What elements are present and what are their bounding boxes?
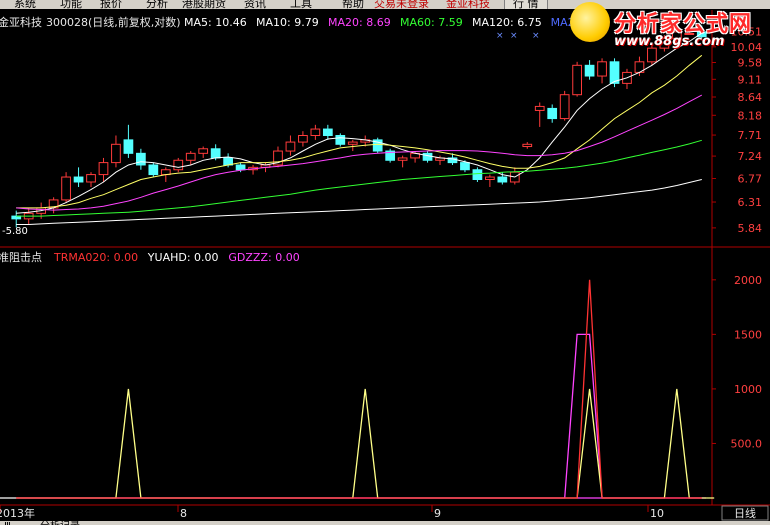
watermark-logo: 分析家公式网 www.88gs.com <box>570 2 770 52</box>
marker-x3: × <box>532 31 540 41</box>
indicator-legend-0: TRMA020: 0.00 <box>53 251 138 264</box>
candle-body-16[interactable] <box>210 148 221 159</box>
ind-label-1: 1500 <box>734 328 762 341</box>
candle-body-4[interactable] <box>61 176 71 201</box>
tab-1: 分析记录 <box>40 519 80 525</box>
price-label-8: 6.77 <box>738 173 763 186</box>
candle-body-13[interactable] <box>173 159 184 171</box>
candle-body-11[interactable] <box>148 164 159 176</box>
ma-line-ma120 <box>16 179 702 225</box>
candle-body-10[interactable] <box>136 152 146 166</box>
price-label-5: 8.18 <box>738 109 763 122</box>
ind-label-2: 1000 <box>734 383 762 396</box>
ma-legend-0: MA5: 10.46 <box>184 16 247 29</box>
yuahd-line <box>16 388 715 499</box>
candle-body-8[interactable] <box>111 143 121 164</box>
candle-body-15[interactable] <box>198 148 209 154</box>
price-label-4: 8.64 <box>738 91 763 104</box>
sun-icon <box>570 2 610 42</box>
candle-body-6[interactable] <box>86 174 96 183</box>
candle-body-44[interactable] <box>559 94 570 120</box>
tabs-strip <box>0 521 770 525</box>
time-label-0: 2013年 <box>0 506 35 520</box>
candle-body-36[interactable] <box>460 162 470 171</box>
candle-body-18[interactable] <box>235 164 246 171</box>
ma-legend-2: MA20: 8.69 <box>328 16 391 29</box>
price-label-9: 6.31 <box>738 196 763 209</box>
candle-body-43[interactable] <box>547 107 558 120</box>
candle-body-26[interactable] <box>335 135 346 145</box>
candle-body-14[interactable] <box>185 152 196 161</box>
time-label-2: 9 <box>434 507 441 520</box>
candle-body-33[interactable] <box>422 152 433 161</box>
candle-body-39[interactable] <box>497 176 508 183</box>
watermark-url: www.88gs.com <box>614 34 725 49</box>
ind-label-3: 500.0 <box>731 437 763 450</box>
price-label-2: 9.58 <box>738 57 763 70</box>
tab-0: Ⅲ <box>4 521 11 525</box>
ma-legend-1: MA10: 9.79 <box>256 16 319 29</box>
time-label-1: 8 <box>180 507 187 520</box>
time-label-3: 10 <box>650 507 664 520</box>
candle-body-24[interactable] <box>310 128 321 137</box>
ma-legend-4: MA120: 6.75 <box>472 16 542 29</box>
price-label-3: 9.11 <box>738 73 763 86</box>
candle-body-31[interactable] <box>397 157 408 161</box>
indicator-legend-2: GDZZZ: 0.00 <box>228 251 299 264</box>
candle-body-23[interactable] <box>298 135 308 143</box>
candle-body-25[interactable] <box>322 128 333 137</box>
marker-x2: × <box>510 31 518 41</box>
stock-name: 金亚科技 <box>0 15 42 29</box>
candle-body-22[interactable] <box>285 141 296 152</box>
candle-body-45[interactable] <box>572 64 582 96</box>
candle-body-42[interactable] <box>534 105 545 111</box>
chart-canvas[interactable]: 金亚科技 300028(日线,前复权,对数) MA5: 10.46 MA10: 9.7… <box>0 0 770 525</box>
indicator-legend-1: YUAHD: 0.00 <box>147 251 219 264</box>
price-low-label: -5.80 <box>2 226 28 237</box>
indicator-title: 准阻击点 <box>0 251 42 264</box>
price-label-10: 5.84 <box>738 222 763 235</box>
candle-body-9[interactable] <box>123 139 134 154</box>
ind-label-0: 2000 <box>734 274 762 287</box>
candle-body-38[interactable] <box>485 176 495 181</box>
ma-legend-3: MA60: 7.59 <box>400 16 463 29</box>
candle-body-27[interactable] <box>347 141 358 145</box>
period-label: 日线 <box>734 506 756 520</box>
candle-body-5[interactable] <box>73 176 84 183</box>
candle-body-46[interactable] <box>584 64 595 77</box>
candle-body-41[interactable] <box>522 143 533 148</box>
candle-body-7[interactable] <box>98 162 109 176</box>
price-label-6: 7.71 <box>738 129 763 142</box>
stock-code-info: 300028(日线,前复权,对数) <box>46 15 181 29</box>
price-label-7: 7.24 <box>738 150 763 163</box>
marker-x1: × <box>496 31 504 41</box>
ma-line-ma5 <box>16 32 703 214</box>
candle-body-37[interactable] <box>472 169 483 181</box>
candle-body-47[interactable] <box>597 61 607 77</box>
